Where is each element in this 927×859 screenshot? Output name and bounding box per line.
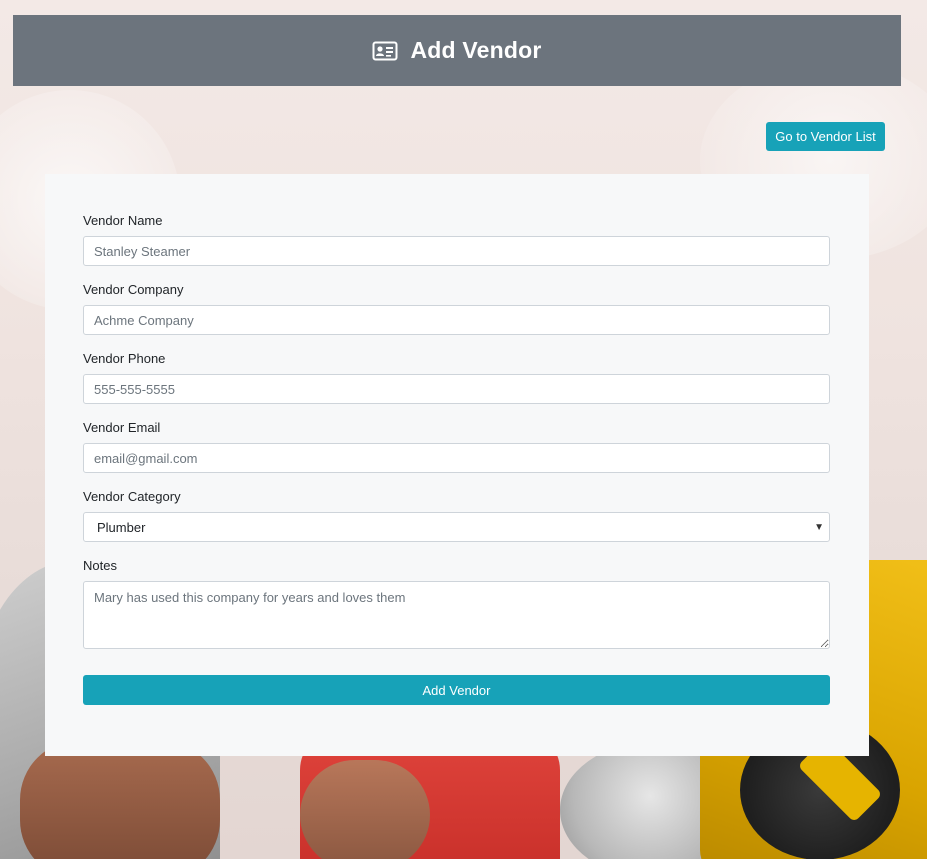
vendor-name-input[interactable] — [83, 236, 830, 266]
vendor-category-label: Vendor Category — [83, 489, 181, 504]
address-card-icon — [372, 41, 398, 61]
vendor-phone-group: Vendor Phone — [83, 352, 830, 404]
notes-label: Notes — [83, 558, 117, 573]
add-vendor-card: Vendor Name Vendor Company Vendor Phone … — [45, 174, 869, 756]
page: Add Vendor Go to Vendor List Vendor Name… — [0, 0, 927, 859]
add-vendor-button[interactable]: Add Vendor — [83, 675, 830, 705]
vendor-email-input[interactable] — [83, 443, 830, 473]
vendor-company-input[interactable] — [83, 305, 830, 335]
header-title-group: Add Vendor — [372, 37, 541, 64]
vendor-name-group: Vendor Name — [83, 214, 830, 266]
vendor-email-label: Vendor Email — [83, 420, 161, 435]
vendor-company-label: Vendor Company — [83, 282, 184, 297]
vendor-phone-input[interactable] — [83, 374, 830, 404]
vendor-category-group: Vendor Category Plumber ▼ — [83, 490, 830, 542]
vendor-name-label: Vendor Name — [83, 213, 163, 228]
go-to-vendor-list-button[interactable]: Go to Vendor List — [766, 122, 885, 151]
notes-group: Notes — [83, 559, 830, 654]
background-photo-arm — [300, 760, 430, 859]
vendor-company-group: Vendor Company — [83, 283, 830, 335]
page-title: Add Vendor — [410, 37, 542, 63]
caret-down-icon: ▼ — [814, 521, 824, 533]
vendor-phone-label: Vendor Phone — [83, 351, 166, 366]
vendor-email-group: Vendor Email — [83, 421, 830, 473]
add-vendor-form: Vendor Name Vendor Company Vendor Phone … — [83, 214, 830, 705]
vendor-category-value: Plumber — [97, 519, 146, 535]
page-header: Add Vendor — [13, 15, 901, 86]
background-photo-saw-blade — [560, 740, 760, 859]
notes-textarea[interactable] — [83, 581, 830, 649]
vendor-category-select[interactable]: Plumber ▼ — [83, 512, 830, 542]
background-photo-arm — [20, 740, 220, 859]
